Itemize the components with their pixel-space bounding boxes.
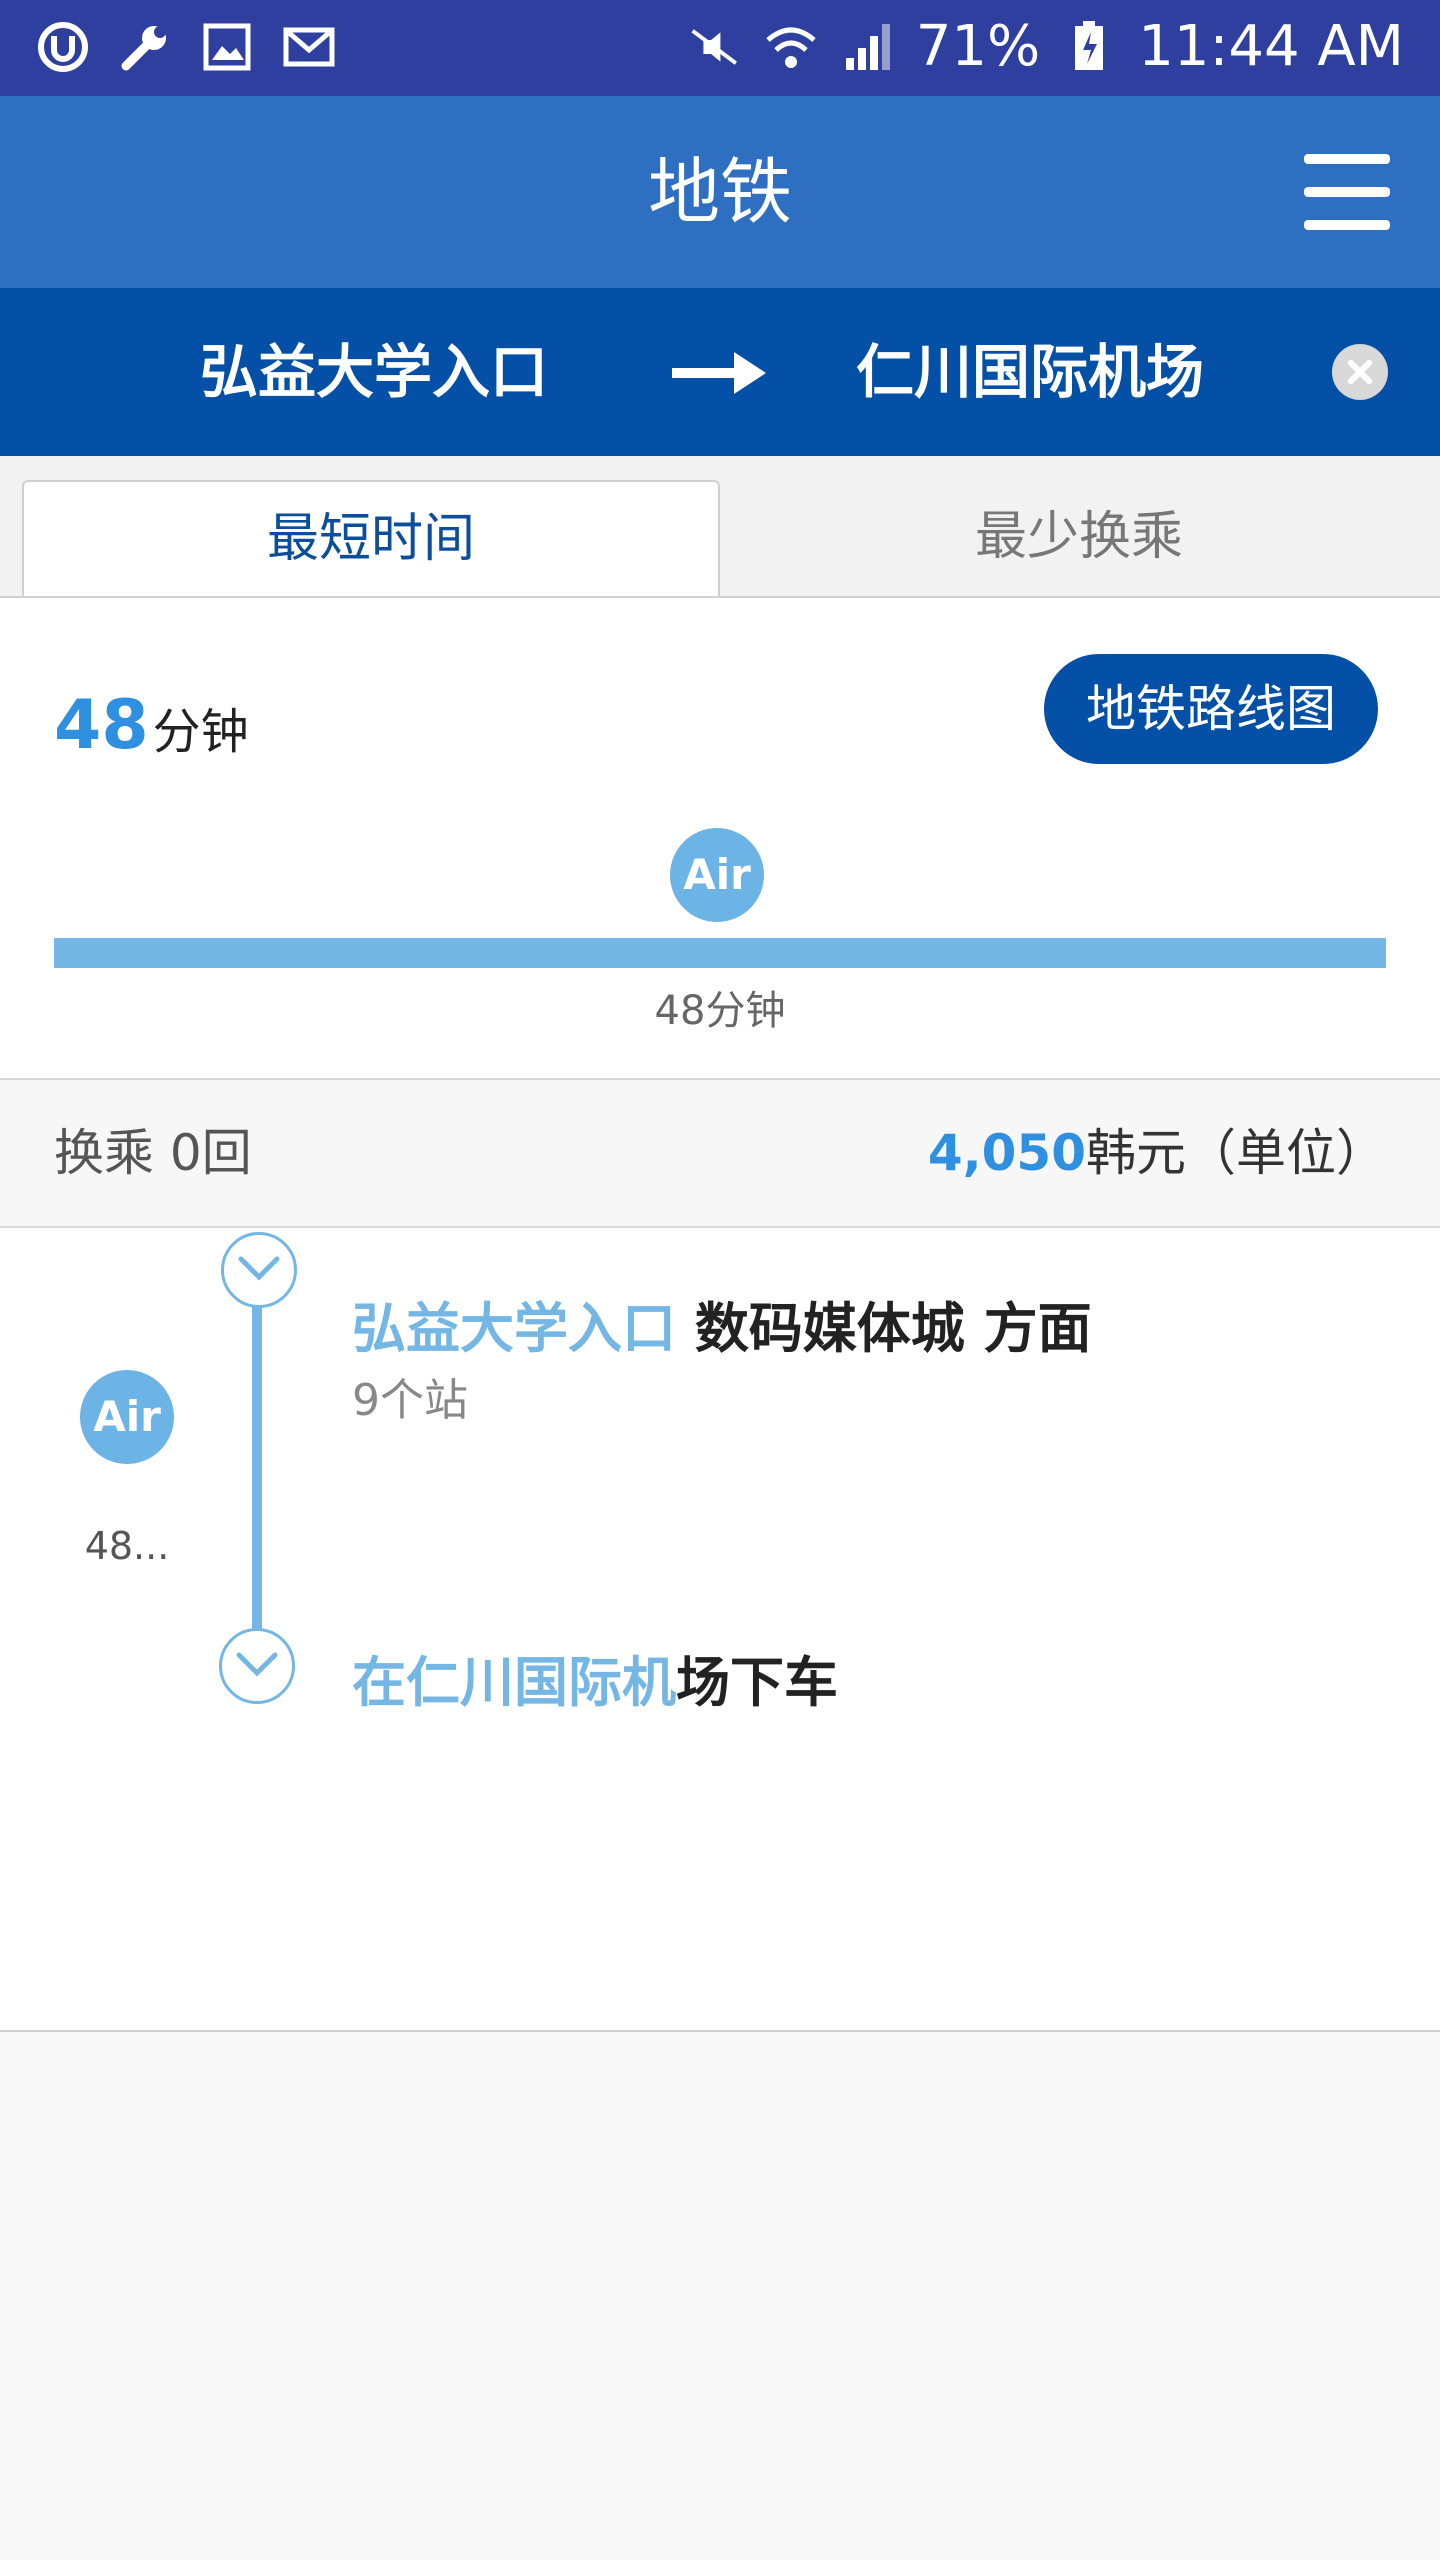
segment-duration-label: 48分钟 [654, 988, 786, 1034]
uplus-icon [36, 20, 90, 74]
status-time: 11:44 AM [1138, 14, 1404, 79]
menu-button[interactable] [1304, 154, 1390, 230]
route-segment-bar [54, 938, 1386, 968]
route-bar: 弘益大学入口 仁川国际机场 [0, 288, 1440, 456]
total-minutes-unit: 分钟 [152, 704, 249, 760]
arrow-right-icon [672, 348, 768, 402]
route-summary: 48分钟 地铁路线图 Air 48分钟 [0, 598, 1440, 1080]
tab-fewest-transfers[interactable]: 最少换乘 [718, 480, 1440, 594]
fare-unit: 韩元（单位） [1086, 1124, 1386, 1182]
route-to-station[interactable]: 仁川国际机场 [856, 288, 1204, 456]
segment-time-side: 48... [84, 1524, 170, 1568]
airport-line-badge: Air [670, 828, 764, 922]
subway-map-button[interactable]: 地铁路线图 [1044, 654, 1378, 764]
segment-stops: 9个站 [352, 1375, 468, 1426]
chevron-down-icon [238, 1256, 280, 1281]
battery-percent: 71% [915, 14, 1041, 79]
clear-route-button[interactable] [1332, 344, 1388, 400]
image-icon [200, 20, 254, 74]
wifi-icon [764, 20, 818, 74]
transfer-count: 换乘 0回 [54, 1124, 252, 1182]
wrench-icon [118, 20, 172, 74]
segment-title: 弘益大学入口 数码媒体城 方面 [352, 1284, 1092, 1363]
fare-amount: 4,050韩元（单位） [928, 1080, 1386, 1226]
expand-segment-button[interactable] [221, 1232, 297, 1308]
page-title: 地铁 [647, 150, 792, 234]
fare-value: 4,050 [927, 1124, 1086, 1182]
expand-alight-button[interactable] [219, 1628, 295, 1704]
route-detail: Air 48... 弘益大学入口 数码媒体城 方面 9个站 在仁川国际机场下车 [0, 1228, 1440, 2032]
chevron-down-icon [236, 1652, 278, 1677]
total-minutes-value: 48 [54, 686, 149, 765]
status-bar: 71% 11:44 AM [0, 0, 1440, 96]
alight-instruction: 在仁川国际机场下车 [352, 1638, 838, 1717]
route-from-station[interactable]: 弘益大学入口 [200, 288, 548, 456]
route-option-tabs: 最短时间 最少换乘 [0, 456, 1440, 598]
mail-icon [282, 20, 336, 74]
timeline-line [252, 1296, 262, 1666]
alight-rest: 场下车 [676, 1651, 838, 1714]
fare-info: 换乘 0回 4,050韩元（单位） [0, 1080, 1440, 1228]
mute-icon [688, 20, 742, 74]
signal-icon [840, 20, 894, 74]
tab-shortest-time[interactable]: 最短时间 [22, 480, 720, 596]
airport-line-badge-side: Air [80, 1370, 174, 1464]
battery-charging-icon [1062, 20, 1116, 74]
alight-station-highlight: 在仁川国际机 [352, 1651, 676, 1714]
segment-from-station: 弘益大学入口 [352, 1297, 676, 1360]
hamburger-icon [1304, 154, 1390, 164]
app-bar: 地铁 [0, 96, 1440, 288]
total-travel-time: 48分钟 [54, 686, 249, 765]
segment-direction: 数码媒体城 方面 [694, 1297, 1092, 1360]
